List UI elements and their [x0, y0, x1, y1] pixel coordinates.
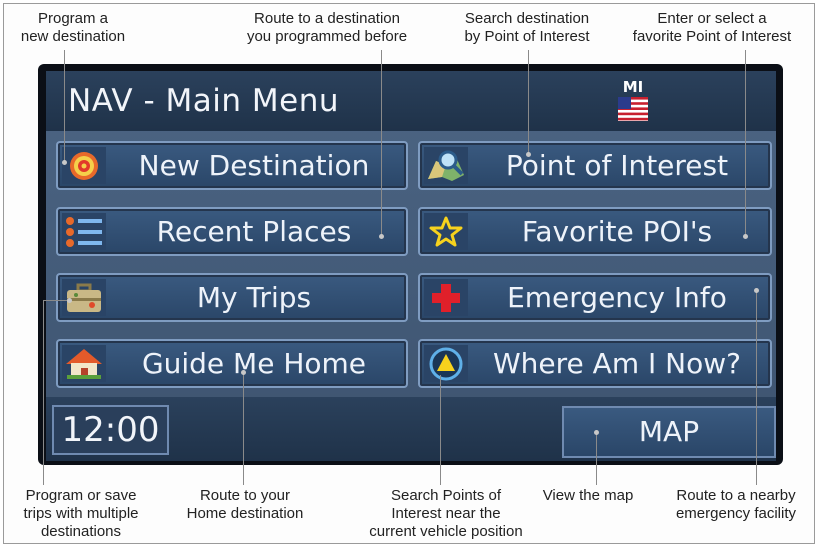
leader-line-favorite-pois [745, 50, 746, 236]
leader-dot-map [594, 430, 599, 435]
leader-line-map [596, 432, 597, 485]
list-icon [62, 213, 106, 250]
callout-map: View the map [542, 487, 634, 504]
guide-me-home-button[interactable]: Guide Me Home [56, 339, 408, 388]
point-of-interest-label: Point of Interest [505, 149, 729, 182]
my-trips-button[interactable]: My Trips [56, 273, 408, 322]
callout-my-trips: Program or save trips with multiple dest… [23, 487, 139, 540]
point-of-interest-button[interactable]: Point of Interest [418, 141, 772, 190]
where-am-i-now-label: Where Am I Now? [492, 347, 741, 380]
leader-dot-emergency-info [754, 288, 759, 293]
leader-line-my-trips-vertical [43, 300, 44, 485]
new-destination-button[interactable]: New Destination [56, 141, 408, 190]
red-cross-icon [424, 279, 468, 316]
favorite-pois-button[interactable]: Favorite POI's [418, 207, 772, 256]
leader-dot-my-trips [67, 298, 72, 303]
leader-dot-point-of-interest [526, 152, 531, 157]
leader-dot-recent-places [379, 234, 384, 239]
leader-line-where-am-i-now [440, 375, 441, 485]
leader-line-my-trips-horizontal [43, 300, 69, 301]
page-title: NAV - Main Menu [68, 83, 339, 119]
leader-dot-guide-me-home [241, 370, 246, 375]
map-search-icon [424, 147, 468, 184]
leader-line-emergency-info [756, 290, 757, 485]
my-trips-label: My Trips [196, 281, 312, 314]
callout-emergency-info: Route to a nearby emergency facility [675, 487, 797, 522]
where-am-i-now-button[interactable]: Where Am I Now? [418, 339, 772, 388]
callout-favorite-pois: Enter or select a favorite Point of Inte… [632, 10, 792, 45]
leader-line-new-destination [64, 50, 65, 162]
emergency-info-label: Emergency Info [507, 281, 727, 314]
recent-places-label: Recent Places [156, 215, 352, 248]
emergency-info-button[interactable]: Emergency Info [418, 273, 772, 322]
state-code: MI [622, 78, 644, 96]
callout-new-destination: Program a new destination [20, 10, 126, 45]
new-destination-label: New Destination [138, 149, 370, 182]
guide-me-home-label: Guide Me Home [141, 347, 367, 380]
house-icon [62, 345, 106, 382]
leader-line-recent-places [381, 50, 382, 236]
us-flag-icon [618, 97, 648, 121]
clock-display: 12:00 [52, 405, 169, 455]
leader-dot-new-destination [62, 160, 67, 165]
callout-point-of-interest: Search destination by Point of Interest [464, 10, 590, 45]
location-arrow-icon [424, 345, 468, 382]
recent-places-button[interactable]: Recent Places [56, 207, 408, 256]
callout-recent-places: Route to a destination you programmed be… [246, 10, 408, 45]
target-icon [62, 147, 106, 184]
leader-line-point-of-interest [528, 50, 529, 154]
leader-dot-favorite-pois [743, 234, 748, 239]
leader-line-guide-me-home [243, 372, 244, 485]
callout-guide-me-home: Route to your Home destination [186, 487, 304, 522]
callout-where-am-i-now: Search Points of Interest near the curre… [369, 487, 523, 540]
star-icon [424, 213, 468, 250]
favorite-pois-label: Favorite POI's [521, 215, 713, 248]
